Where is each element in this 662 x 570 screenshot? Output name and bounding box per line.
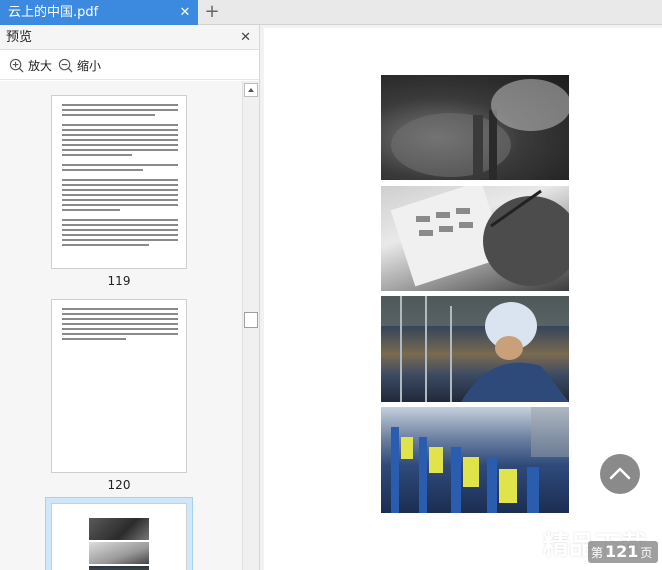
thumbnail-photo: [89, 566, 149, 570]
document-view[interactable]: [261, 25, 662, 570]
magnifier-minus-icon: [58, 58, 73, 73]
page-thumbnail-121-selected[interactable]: [45, 497, 193, 570]
page-indicator: 第 121 页: [588, 541, 658, 563]
pdf-reader-window: 云上的中国.pdf ✕ + 预览 ✕ 放大 缩小 119 120 第 121 页: [0, 0, 662, 570]
thumbnail-photo: [89, 518, 149, 540]
tab-close-icon[interactable]: ✕: [178, 0, 192, 25]
photo-cattle-closeup: [381, 75, 569, 180]
chevron-up-icon: [609, 467, 631, 480]
zoom-in-button[interactable]: 放大: [9, 55, 52, 75]
magnifier-plus-icon: [9, 58, 24, 73]
preview-panel: 预览 ✕ 放大 缩小 119 120: [0, 25, 260, 570]
tab-document[interactable]: 云上的中国.pdf ✕: [0, 0, 198, 25]
thumbnail-scrollbar[interactable]: [242, 81, 259, 570]
page-number-119: 119: [107, 274, 131, 288]
preview-panel-close-icon[interactable]: ✕: [240, 25, 251, 50]
zoom-in-label: 放大: [28, 58, 53, 73]
scrollbar-thumb[interactable]: [244, 312, 258, 328]
photo-milking-worker: [381, 296, 569, 402]
page-indicator-suffix: 页: [640, 546, 653, 560]
scroll-to-top-button[interactable]: [600, 454, 640, 494]
preview-panel-header: 预览 ✕: [0, 25, 259, 50]
page-thumbnail-119[interactable]: [51, 95, 187, 269]
photo-hand-writing-chart: [381, 186, 569, 291]
thumbnail-list: 119 120: [0, 81, 242, 570]
scroll-up-arrow-icon[interactable]: [244, 83, 258, 97]
page-thumbnail-120[interactable]: [51, 299, 187, 473]
thumbnail-text: [62, 308, 178, 343]
page-number-120: 120: [107, 478, 131, 492]
document-page: [264, 28, 662, 570]
watermark-logo-icon: [500, 522, 542, 564]
current-page-number: 121: [605, 542, 639, 561]
thumbnail-text: [62, 104, 178, 249]
photo-milking-equipment: [381, 407, 569, 513]
new-tab-button[interactable]: +: [202, 0, 222, 25]
page-thumbnail-121: [51, 503, 187, 570]
zoom-out-label: 缩小: [77, 58, 102, 73]
preview-panel-title: 预览: [6, 30, 33, 45]
page-indicator-prefix: 第: [591, 546, 604, 560]
thumbnail-photo: [89, 542, 149, 564]
preview-toolbar: 放大 缩小: [0, 50, 259, 80]
tab-bar: 云上的中国.pdf ✕ +: [0, 0, 662, 25]
tab-title: 云上的中国.pdf: [8, 5, 99, 20]
zoom-out-button[interactable]: 缩小: [58, 55, 101, 75]
